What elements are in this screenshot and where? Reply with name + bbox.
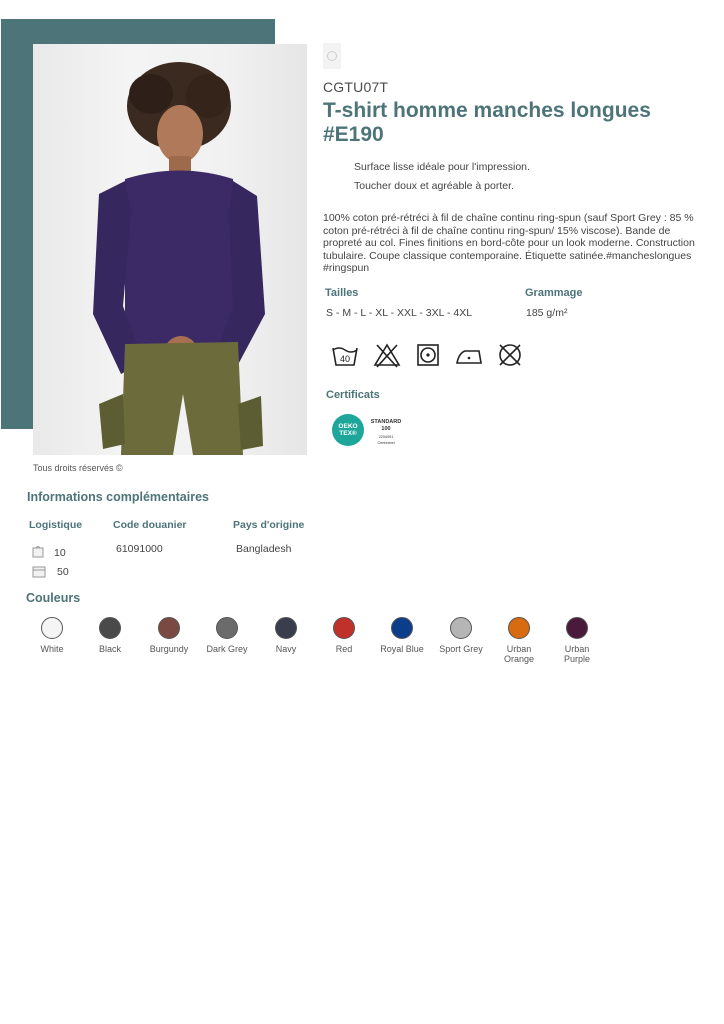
color-dot	[391, 617, 413, 639]
sizes-label: Tailles	[325, 287, 359, 299]
color-name: Black	[98, 644, 121, 654]
weight-label: Grammage	[525, 287, 583, 299]
color-dot	[41, 617, 63, 639]
no-bleach-icon	[373, 343, 401, 368]
customs-code-label: Code douanier	[113, 519, 187, 531]
logistics-label: Logistique	[29, 519, 83, 531]
wash-temperature: 40	[340, 354, 350, 364]
product-reference: CGTU07T	[323, 79, 389, 95]
svg-text:Centexbel: Centexbel	[377, 441, 394, 445]
color-dot	[158, 617, 180, 639]
color-name: White	[40, 644, 64, 654]
weight-value: 185 g/m²	[526, 307, 568, 319]
color-swatch-navy[interactable]: Navy	[260, 617, 312, 654]
no-dry-clean-icon	[499, 344, 521, 366]
feature-bullets: Surface lisse idéale pour l'impression. …	[354, 161, 530, 199]
certificates-label: Certificats	[326, 389, 380, 401]
color-swatch-black[interactable]: Black	[84, 617, 136, 654]
svg-text:TEX®: TEX®	[339, 429, 357, 437]
svg-text:2204091: 2204091	[379, 435, 394, 439]
color-name: Burgundy	[149, 644, 189, 654]
color-swatch-royal-blue[interactable]: Royal Blue	[376, 617, 428, 654]
colors-title: Couleurs	[26, 591, 81, 605]
carton-icon	[32, 566, 46, 578]
model-illustration	[93, 62, 265, 455]
feature-bullet: Toucher doux et agréable à porter.	[354, 180, 514, 192]
color-dot	[508, 617, 530, 639]
color-swatch-sport-grey[interactable]: Sport Grey	[435, 617, 487, 654]
feature-bullet: Surface lisse idéale pour l'impression.	[354, 161, 530, 173]
color-swatch-red[interactable]: Red	[318, 617, 370, 654]
color-name: Dark Grey	[206, 644, 248, 654]
oeko-tex-logo: OEKO TEX® STANDARD 100 2204091 Centexbel	[332, 414, 401, 446]
svg-text:OEKO: OEKO	[338, 423, 357, 430]
color-swatch-burgundy[interactable]: Burgundy	[143, 617, 195, 654]
tumble-dry-icon	[417, 344, 439, 366]
brand-logo	[323, 43, 341, 69]
additional-info-title: Informations complémentaires	[27, 490, 209, 504]
color-swatch-urban-purple[interactable]: Urban Purple	[551, 617, 603, 664]
color-dot	[99, 617, 121, 639]
customs-code-value: 61091000	[116, 543, 163, 555]
color-dot	[275, 617, 297, 639]
color-name: Royal Blue	[380, 644, 424, 654]
color-swatch-dark-grey[interactable]: Dark Grey	[201, 617, 253, 654]
color-dot	[333, 617, 355, 639]
product-title: T-shirt homme manches longues #E190	[323, 99, 651, 146]
origin-label: Pays d'origine	[233, 519, 305, 531]
color-dot	[566, 617, 588, 639]
color-swatch-urban-orange[interactable]: Urban Orange	[493, 617, 545, 664]
product-photo	[33, 44, 307, 455]
product-description: 100% coton pré-rétréci à fil de chaîne c…	[323, 212, 695, 274]
svg-text:STANDARD: STANDARD	[371, 419, 401, 425]
photo-credit: Tous droits réservés ©	[33, 463, 123, 473]
color-dot	[450, 617, 472, 639]
color-name: Red	[335, 644, 353, 654]
iron-low-icon	[456, 350, 482, 364]
color-dot	[216, 617, 238, 639]
svg-text:100: 100	[381, 426, 390, 432]
sizes-value: S - M - L - XL - XXL - 3XL - 4XL	[326, 307, 473, 319]
color-swatch-white[interactable]: White	[26, 617, 78, 654]
color-name: Urban Orange	[503, 644, 535, 664]
wash-40-icon: 40	[332, 347, 358, 366]
color-name: Sport Grey	[439, 644, 483, 654]
origin-value: Bangladesh	[236, 543, 292, 555]
logistics-unit-quantity: 10	[54, 547, 66, 559]
color-name: Navy	[275, 644, 297, 654]
color-name: Urban Purple	[563, 644, 590, 664]
bag-icon	[32, 546, 44, 558]
logistics-carton-quantity: 50	[57, 566, 69, 578]
